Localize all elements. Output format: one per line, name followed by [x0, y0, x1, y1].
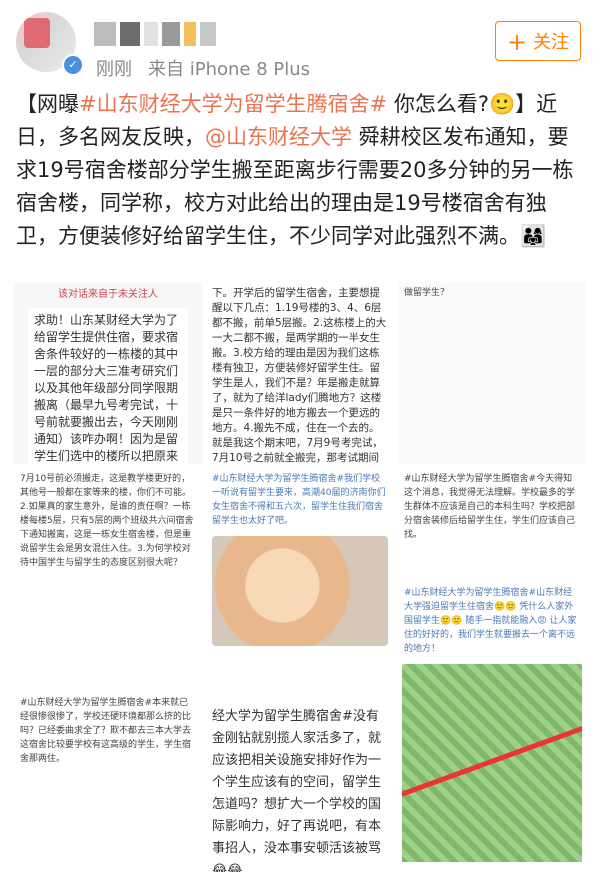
image-thumb-3[interactable]: 做留学生？	[398, 282, 586, 464]
post-header: ✓ 刚刚 来自 iPhone 8 Plus + 关注	[0, 0, 600, 88]
image-grid: 该对话来自于未关注人 求助！山东某财经大学为了给留学生提供住宿，要求宿舍条件较好…	[14, 282, 586, 872]
post-source[interactable]: 来自 iPhone 8 Plus	[148, 59, 310, 80]
image-3-text: 做留学生？	[404, 288, 450, 298]
image-8-text: #山东财经大学为留学生腾宿舍#本来就已经很惨很惨了，学校还硬环境都那么挤的比吗？…	[20, 698, 192, 764]
follow-label: 关注	[533, 32, 570, 53]
username-blurred[interactable]	[94, 22, 252, 48]
image-9-text: 经大学为留学生腾宿舍#没有金刚钻就别揽人家活多了，就应该把相关设施安排好作为一个…	[212, 709, 382, 872]
image-6-text: #山东财经大学为留学生腾宿舍#今天得知这个消息，我觉得无法理解。学校最多的学生群…	[404, 474, 576, 540]
image-1-text: 求助！山东某财经大学为了给留学生提供住宿，要求宿舍条件较好的一栋楼的其中一层的部…	[28, 308, 188, 464]
post-open: 【网曝	[16, 92, 79, 116]
image-4-text: 7月10号前必须搬走，这是教学楼更好的，其他号一般都在家等来的楼，你们不可能。2…	[20, 474, 194, 568]
image-5-text: #山东财经大学为留学生腾宿舍#我们学校一听说有留学生要来，高潮40届的济南你们女…	[212, 474, 386, 526]
post-time: 刚刚	[96, 59, 132, 80]
image-thumb-6[interactable]: #山东财经大学为留学生腾宿舍#今天得知这个消息，我觉得无法理解。学校最多的学生群…	[398, 468, 586, 578]
follow-button[interactable]: + 关注	[495, 21, 581, 61]
image-thumb-7[interactable]: #山东财经大学为留学生腾宿舍#山东财经大学强迫留学生住宿舍🙂🙂 凭什么人家外国留…	[398, 582, 586, 862]
image-thumb-9[interactable]: 经大学为留学生腾宿舍#没有金刚钻就别揽人家活多了，就应该把相关设施安排好作为一个…	[206, 702, 394, 872]
image-1-header: 该对话来自于未关注人	[58, 289, 158, 300]
cat-photo	[212, 536, 388, 646]
image-thumb-2[interactable]: 下。开学后的留学生宿舍，主要想提醒以下几点：1.19号楼的3、4、6层都不搬，前…	[206, 282, 394, 464]
topic-link[interactable]: #山东财经大学为留学生腾宿舍#	[79, 92, 387, 116]
plus-icon: +	[506, 28, 528, 56]
campus-map	[402, 664, 582, 862]
post-text: 【网曝#山东财经大学为留学生腾宿舍# 你怎么看?🙂】近日，多名网友反映，@山东财…	[16, 88, 584, 253]
image-thumb-5[interactable]: #山东财经大学为留学生腾宿舍#我们学校一听说有留学生要来，高潮40届的济南你们女…	[206, 468, 394, 698]
mention-link[interactable]: @山东财经大学	[205, 125, 352, 149]
verified-badge-icon: ✓	[62, 54, 84, 76]
image-thumb-1[interactable]: 该对话来自于未关注人 求助！山东某财经大学为了给留学生提供住宿，要求宿舍条件较好…	[14, 282, 202, 464]
image-thumb-8[interactable]: #山东财经大学为留学生腾宿舍#本来就已经很惨很惨了，学校还硬环境都那么挤的比吗？…	[14, 692, 202, 872]
image-2-text: 下。开学后的留学生宿舍，主要想提醒以下几点：1.19号楼的3、4、6层都不搬，前…	[212, 287, 387, 464]
post-meta: 刚刚 来自 iPhone 8 Plus	[96, 55, 310, 81]
image-thumb-4[interactable]: 7月10号前必须搬走，这是教学楼更好的，其他号一般都在家等来的楼，你们不可能。2…	[14, 468, 202, 688]
image-7-text: #山东财经大学为留学生腾宿舍#山东财经大学强迫留学生住宿舍🙂🙂 凭什么人家外国留…	[404, 588, 577, 654]
